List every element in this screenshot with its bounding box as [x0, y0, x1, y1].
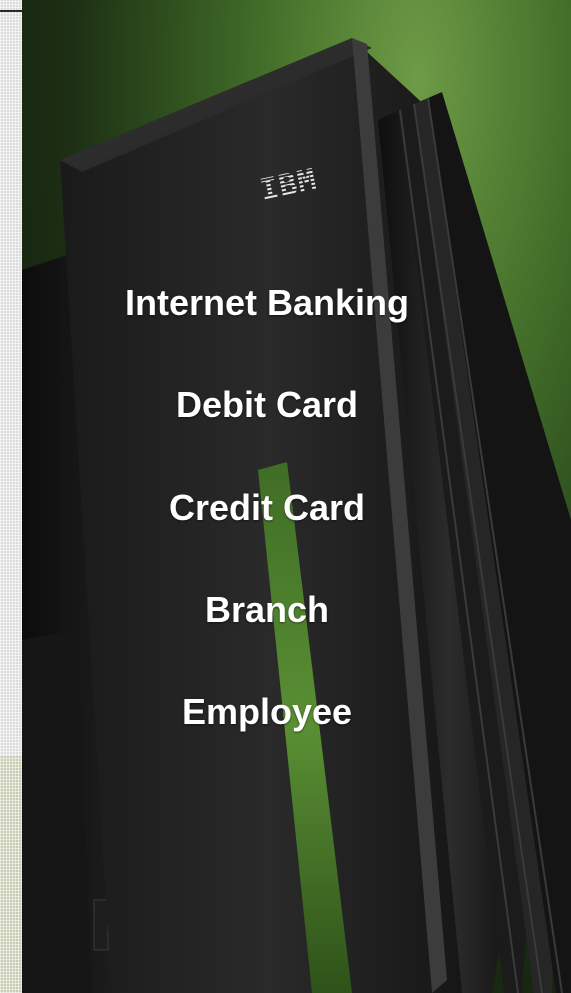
navigation-menu: Internet Banking Debit Card Credit Card … [22, 0, 512, 993]
slide: IBM Internet Banking Debit Card Credit C… [0, 0, 571, 993]
left-pattern-strip-lower [0, 755, 22, 993]
menu-item-employee[interactable]: Employee [22, 692, 512, 732]
top-divider [0, 10, 22, 12]
menu-item-internet-banking[interactable]: Internet Banking [22, 283, 512, 323]
menu-item-branch[interactable]: Branch [22, 590, 512, 630]
menu-item-credit-card[interactable]: Credit Card [22, 488, 512, 528]
menu-item-debit-card[interactable]: Debit Card [22, 385, 512, 425]
left-pattern-strip [0, 0, 23, 755]
